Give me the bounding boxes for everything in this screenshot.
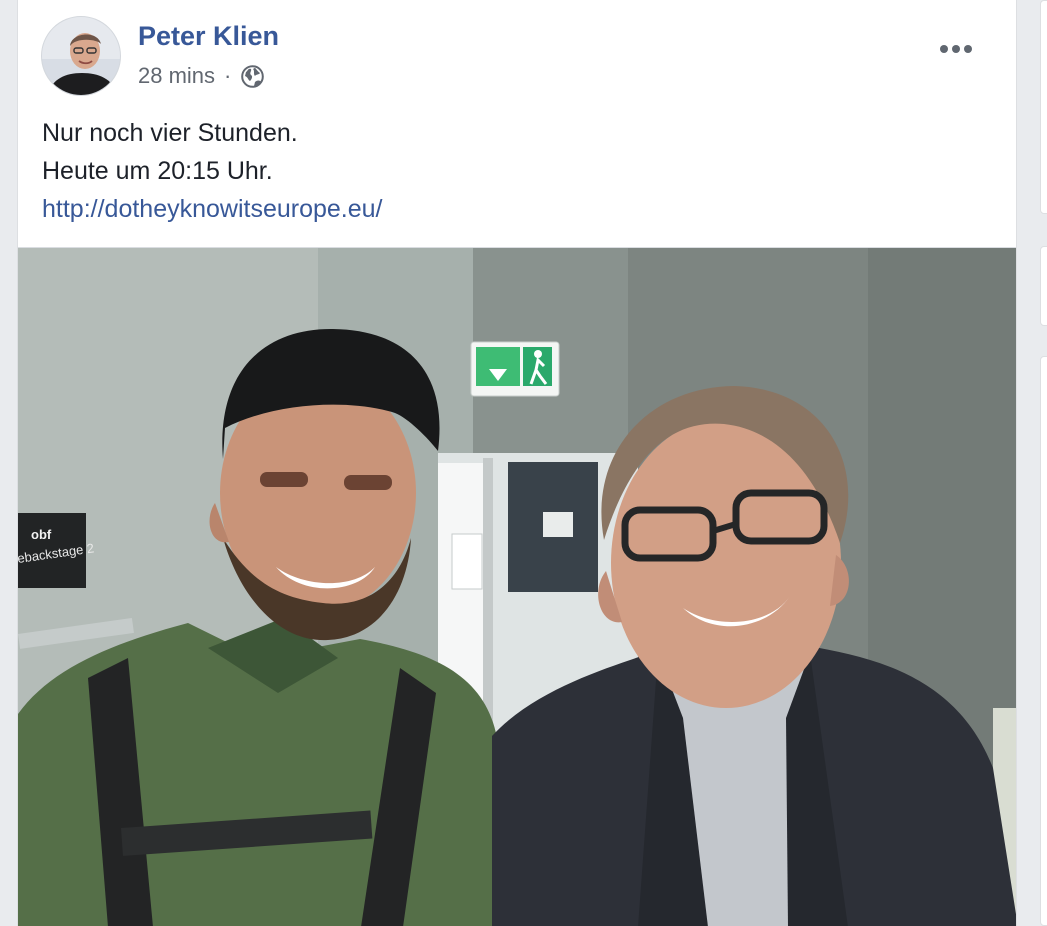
post-text-line: Heute um 20:15 Uhr. [42,157,273,185]
post-timestamp[interactable]: 28 mins [138,63,215,89]
news-feed-page: Peter Klien 28 mins · Nur noch vier Stun… [0,0,1047,926]
avatar-picture [42,17,120,95]
post-meta: 28 mins · [138,63,265,89]
post-link[interactable]: http://dotheyknowitseurope.eu/ [42,190,982,228]
emergency-exit-icon [470,341,560,397]
facebook-post: Peter Klien 28 mins · Nur noch vier Stun… [17,0,1017,926]
wall-sign: obf ebackstage 2 [18,513,95,588]
globe-icon[interactable] [240,64,265,89]
author-avatar[interactable] [41,16,121,96]
post-header: Peter Klien 28 mins · [41,16,991,98]
post-message: Nur noch vier Stunden. Heute um 20:15 Uh… [42,114,982,228]
sign-logo: obf [31,527,52,542]
post-text-line: Nur noch vier Stunden. [42,119,298,147]
right-column-card [1040,356,1047,926]
post-photo[interactable]: obf ebackstage 2 [18,247,1016,926]
author-name[interactable]: Peter Klien [138,21,279,52]
meta-separator: · [224,63,232,88]
right-column-card [1040,246,1047,326]
more-options-button[interactable] [938,38,974,60]
more-options-icon [940,45,972,53]
right-column-card [1040,0,1047,214]
